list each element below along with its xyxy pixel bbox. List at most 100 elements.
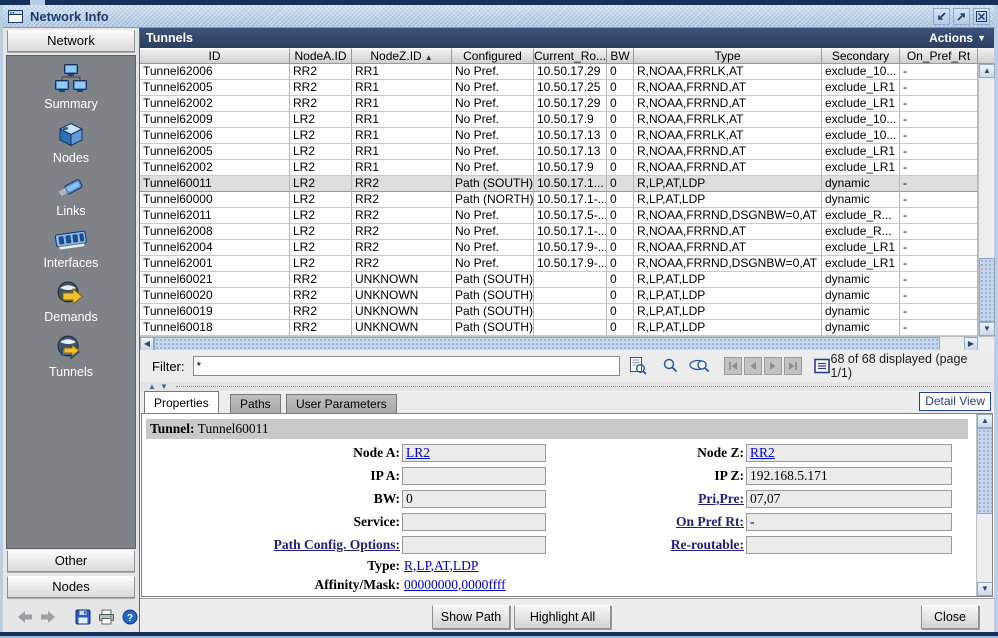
table-cell[interactable]: exclude_LR1 xyxy=(822,96,900,112)
splitter-bar[interactable]: ▲ ▼ xyxy=(140,382,994,391)
table-cell[interactable]: 10.50.17.29 xyxy=(534,64,607,80)
property-field-ip-z[interactable]: 192.168.5.171 xyxy=(746,467,952,485)
table-row[interactable]: Tunnel60000LR2RR2Path (NORTH)10.50.17.1-… xyxy=(140,192,978,208)
table-cell[interactable]: LR2 xyxy=(290,256,352,272)
show-path-button[interactable]: Show Path xyxy=(432,605,510,629)
table-cell[interactable]: RR2 xyxy=(290,80,352,96)
table-cell[interactable]: - xyxy=(900,272,978,288)
table-cell[interactable]: exclude_LR1 xyxy=(822,144,900,160)
table-cell[interactable]: 10.50.17.5-... xyxy=(534,208,607,224)
table-cell[interactable]: RR1 xyxy=(352,144,452,160)
table-cell[interactable]: No Pref. xyxy=(452,144,534,160)
table-cell[interactable]: No Pref. xyxy=(452,160,534,176)
table-cell[interactable]: - xyxy=(900,96,978,112)
table-cell[interactable]: Tunnel62006 xyxy=(140,128,290,144)
table-cell[interactable]: 0 xyxy=(607,304,634,320)
scrollbar-thumb[interactable] xyxy=(979,258,995,322)
table-cell[interactable]: exclude_R... xyxy=(822,208,900,224)
table-row[interactable]: Tunnel62005LR2RR1No Pref.10.50.17.130R,N… xyxy=(140,144,978,160)
tab-paths[interactable]: Paths xyxy=(230,394,281,413)
table-cell[interactable]: Tunnel62001 xyxy=(140,256,290,272)
table-cell[interactable]: - xyxy=(900,208,978,224)
sidebar-item-interfaces[interactable]: Interfaces xyxy=(44,228,99,270)
property-label-path-config-options[interactable]: Path Config. Options: xyxy=(142,537,400,553)
table-row[interactable]: Tunnel60021RR2UNKNOWNPath (SOUTH)0R,LP,A… xyxy=(140,272,978,288)
sidebar-item-links[interactable]: Links xyxy=(55,175,87,218)
table-cell[interactable]: UNKNOWN xyxy=(352,272,452,288)
table-horizontal-scrollbar[interactable]: ◀ ▶ xyxy=(140,336,994,350)
table-row[interactable]: Tunnel62001LR2RR2No Pref.10.50.17.9-...0… xyxy=(140,256,978,272)
table-cell[interactable]: 10.50.17.9-... xyxy=(534,240,607,256)
table-cell[interactable]: 0 xyxy=(607,112,634,128)
property-value-link[interactable]: 00000000,0000ffff xyxy=(404,577,506,592)
property-label-pri-pre[interactable]: Pri,Pre: xyxy=(546,491,744,507)
table-cell[interactable]: exclude_10... xyxy=(822,64,900,80)
table-cell[interactable]: dynamic xyxy=(822,176,900,192)
table-cell[interactable]: No Pref. xyxy=(452,64,534,80)
back-icon[interactable] xyxy=(17,610,33,624)
table-cell[interactable]: Tunnel62006 xyxy=(140,64,290,80)
actions-menu-button[interactable]: Actions ▼ xyxy=(929,31,986,45)
column-header-configured[interactable]: Configured xyxy=(452,48,534,64)
table-cell[interactable]: exclude_LR1 xyxy=(822,160,900,176)
column-header-id[interactable]: ID xyxy=(140,48,290,64)
table-cell[interactable]: dynamic xyxy=(822,320,900,336)
table-cell[interactable]: No Pref. xyxy=(452,256,534,272)
table-cell[interactable]: LR2 xyxy=(290,128,352,144)
next-page-icon[interactable] xyxy=(764,357,782,375)
table-cell[interactable]: Tunnel62009 xyxy=(140,112,290,128)
table-cell[interactable]: 10.50.17.1-... xyxy=(534,224,607,240)
table-cell[interactable]: 0 xyxy=(607,80,634,96)
table-cell[interactable]: - xyxy=(900,304,978,320)
table-cell[interactable]: dynamic xyxy=(822,288,900,304)
table-cell[interactable]: Tunnel60000 xyxy=(140,192,290,208)
table-row[interactable]: Tunnel60019RR2UNKNOWNPath (SOUTH)0R,LP,A… xyxy=(140,304,978,320)
property-label-re-routable[interactable]: Re-routable: xyxy=(546,537,744,553)
property-value-link[interactable]: LR2 xyxy=(406,445,430,460)
table-cell[interactable]: 10.50.17.9 xyxy=(534,160,607,176)
table-cell[interactable]: - xyxy=(900,64,978,80)
table-cell[interactable]: 10.50.17.1-... xyxy=(534,192,607,208)
table-cell[interactable]: 10.50.17.9 xyxy=(534,112,607,128)
table-cell[interactable]: RR2 xyxy=(352,176,452,192)
table-cell[interactable]: RR2 xyxy=(290,96,352,112)
table-cell[interactable]: 0 xyxy=(607,288,634,304)
property-field-on-pref-rt[interactable]: - xyxy=(746,513,952,531)
help-icon[interactable]: ? xyxy=(122,609,138,625)
table-cell[interactable]: Tunnel60020 xyxy=(140,288,290,304)
table-cell[interactable]: Path (SOUTH) xyxy=(452,288,534,304)
zoom-search-icon[interactable] xyxy=(661,357,679,375)
properties-vertical-scrollbar[interactable]: ▲ ▼ xyxy=(976,414,992,596)
close-icon[interactable] xyxy=(973,8,990,25)
table-cell[interactable]: RR1 xyxy=(352,80,452,96)
table-cell[interactable]: LR2 xyxy=(290,208,352,224)
table-cell[interactable]: exclude_LR1 xyxy=(822,240,900,256)
table-cell[interactable]: RR1 xyxy=(352,128,452,144)
table-cell[interactable]: Path (SOUTH) xyxy=(452,304,534,320)
last-page-icon[interactable] xyxy=(784,357,802,375)
property-field-bw[interactable]: 0 xyxy=(402,490,546,508)
previous-page-icon[interactable] xyxy=(744,357,762,375)
table-row[interactable]: Tunnel62009LR2RR1No Pref.10.50.17.90R,NO… xyxy=(140,112,978,128)
scroll-up-icon[interactable]: ▲ xyxy=(979,64,995,78)
table-cell[interactable]: - xyxy=(900,112,978,128)
table-cell[interactable]: RR1 xyxy=(352,64,452,80)
table-cell[interactable]: R,NOAA,FRRND,AT xyxy=(634,144,822,160)
scroll-up-icon[interactable]: ▲ xyxy=(977,414,993,428)
table-cell[interactable]: RR1 xyxy=(352,96,452,112)
table-cell[interactable]: R,NOAA,FRRND,AT xyxy=(634,160,822,176)
property-field-ip-a[interactable] xyxy=(402,467,546,485)
table-cell[interactable]: Path (SOUTH) xyxy=(452,320,534,336)
table-cell[interactable]: R,NOAA,FRRLK,AT xyxy=(634,64,822,80)
table-cell[interactable]: LR2 xyxy=(290,240,352,256)
property-field-pri-pre[interactable]: 07,07 xyxy=(746,490,952,508)
table-cell[interactable]: - xyxy=(900,144,978,160)
table-cell[interactable]: exclude_R... xyxy=(822,224,900,240)
column-header-nodea-id[interactable]: NodeA.ID xyxy=(290,48,352,64)
table-cell[interactable]: 10.50.17.25 xyxy=(534,80,607,96)
table-cell[interactable]: Path (NORTH) xyxy=(452,192,534,208)
sidebar-item-tunnels[interactable]: Tunnels xyxy=(49,334,93,379)
table-cell[interactable]: LR2 xyxy=(290,144,352,160)
scrollbar-thumb[interactable] xyxy=(154,337,940,351)
table-cell[interactable]: 0 xyxy=(607,208,634,224)
